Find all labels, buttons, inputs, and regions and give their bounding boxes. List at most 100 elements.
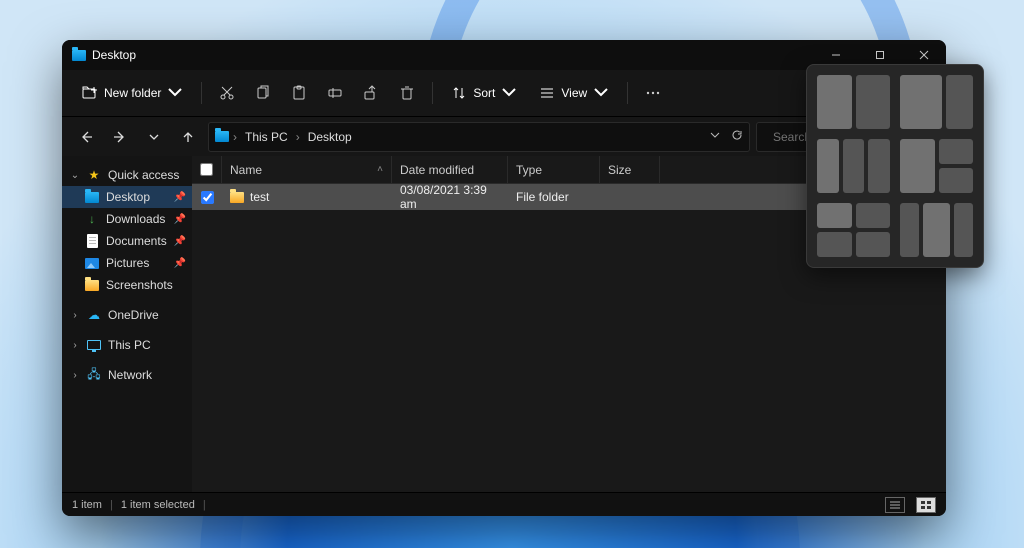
snap-layout-thirds[interactable] (817, 139, 890, 193)
column-date[interactable]: Date modified (392, 156, 508, 183)
snap-zone[interactable] (923, 203, 950, 257)
new-folder-label: New folder (104, 86, 161, 100)
sidebar-item-screenshots[interactable]: Screenshots (62, 274, 192, 296)
view-icon (539, 85, 555, 101)
select-all-checkbox[interactable] (200, 163, 213, 176)
sidebar-network[interactable]: › 🖧 Network (62, 364, 192, 386)
pin-icon: 📌 (174, 192, 186, 203)
sidebar-label: Screenshots (106, 278, 186, 292)
rename-icon (327, 85, 343, 101)
address-dropdown[interactable] (709, 129, 721, 144)
expand-icon[interactable]: › (70, 310, 80, 321)
sidebar-item-pictures[interactable]: Pictures 📌 (62, 252, 192, 274)
details-view-icon (889, 500, 901, 510)
snap-zone[interactable] (817, 203, 852, 228)
cut-button[interactable] (210, 77, 244, 109)
snap-layout-quarters[interactable] (817, 203, 890, 257)
recent-button[interactable] (140, 123, 168, 151)
icons-view-button[interactable] (916, 497, 936, 513)
up-button[interactable] (174, 123, 202, 151)
status-selected-count: 1 item selected (121, 499, 195, 511)
details-view-button[interactable] (885, 497, 905, 513)
column-type[interactable]: Type (508, 156, 600, 183)
breadcrumb-leaf[interactable]: Desktop (304, 130, 356, 144)
sidebar-item-downloads[interactable]: ↓ Downloads 📌 (62, 208, 192, 230)
sidebar-item-desktop[interactable]: Desktop 📌 (62, 186, 192, 208)
copy-button[interactable] (246, 77, 280, 109)
snap-layout-half[interactable] (817, 75, 890, 129)
chevron-down-icon (709, 129, 721, 141)
breadcrumb-separator: › (296, 130, 300, 144)
back-button[interactable] (72, 123, 100, 151)
expand-icon[interactable]: › (70, 340, 80, 351)
breadcrumb-root[interactable]: This PC (241, 130, 292, 144)
sort-icon (451, 85, 467, 101)
column-size[interactable]: Size (600, 156, 660, 183)
expand-icon[interactable]: › (70, 370, 80, 381)
sidebar-label: This PC (108, 338, 186, 352)
sidebar-label: Desktop (106, 190, 168, 204)
separator (627, 82, 628, 104)
snap-zone[interactable] (856, 232, 891, 257)
pin-icon: 📌 (174, 258, 186, 269)
sidebar-quick-access[interactable]: ⌄ ★ Quick access (62, 164, 192, 186)
snap-zone[interactable] (868, 139, 890, 193)
breadcrumb-separator: › (233, 130, 237, 144)
view-label: View (561, 86, 587, 100)
snap-zone[interactable] (817, 232, 852, 257)
snap-zone[interactable] (939, 139, 974, 164)
sidebar-this-pc[interactable]: › This PC (62, 334, 192, 356)
view-button[interactable]: View (529, 77, 619, 109)
snap-zone[interactable] (856, 75, 891, 129)
snap-zone[interactable] (954, 203, 973, 257)
collapse-icon[interactable]: ⌄ (70, 170, 80, 181)
snap-zone[interactable] (817, 75, 852, 129)
snap-zone[interactable] (856, 203, 891, 228)
rename-button[interactable] (318, 77, 352, 109)
sidebar-label: Quick access (108, 168, 186, 182)
separator (432, 82, 433, 104)
snap-zone[interactable] (900, 139, 935, 193)
snap-zone[interactable] (900, 75, 942, 129)
snap-zone[interactable] (817, 139, 839, 193)
select-all-header[interactable] (192, 156, 222, 183)
sidebar-label: OneDrive (108, 308, 186, 322)
chevron-down-icon (593, 85, 609, 101)
folder-icon (85, 192, 99, 203)
sidebar-onedrive[interactable]: › ☁ OneDrive (62, 304, 192, 326)
sidebar-label: Pictures (106, 256, 168, 270)
icons-view-icon (920, 500, 932, 510)
delete-button[interactable] (390, 77, 424, 109)
paste-button[interactable] (282, 77, 316, 109)
pin-icon: 📌 (174, 236, 186, 247)
sort-button[interactable]: Sort (441, 77, 527, 109)
snap-zone[interactable] (843, 139, 865, 193)
snap-layout-left-stack[interactable] (900, 139, 973, 193)
sidebar-label: Downloads (106, 212, 168, 226)
share-button[interactable] (354, 77, 388, 109)
row-checkbox[interactable] (201, 191, 214, 204)
refresh-button[interactable] (731, 129, 743, 144)
snap-layout-center-wide[interactable] (900, 203, 973, 257)
file-date: 03/08/2021 3:39 am (400, 183, 500, 211)
more-button[interactable] (636, 77, 670, 109)
column-name[interactable]: Name˄ (222, 156, 392, 183)
star-icon: ★ (86, 168, 102, 182)
separator (201, 82, 202, 104)
chevron-down-icon (167, 85, 183, 101)
sidebar-item-documents[interactable]: Documents 📌 (62, 230, 192, 252)
sidebar-label: Documents (106, 234, 168, 248)
snap-layout-two-thirds[interactable] (900, 75, 973, 129)
address-bar[interactable]: › This PC › Desktop (208, 122, 750, 152)
paste-icon (291, 85, 307, 101)
new-folder-button[interactable]: New folder (72, 77, 193, 109)
download-icon: ↓ (84, 212, 100, 226)
snap-zone[interactable] (900, 203, 919, 257)
forward-button[interactable] (106, 123, 134, 151)
snap-zone[interactable] (939, 168, 974, 193)
share-icon (363, 85, 379, 101)
snap-zone[interactable] (946, 75, 973, 129)
status-separator: | (203, 499, 206, 511)
navigation-pane[interactable]: ⌄ ★ Quick access Desktop 📌 ↓ Downloads 📌… (62, 156, 192, 492)
cloud-icon: ☁ (86, 308, 102, 322)
